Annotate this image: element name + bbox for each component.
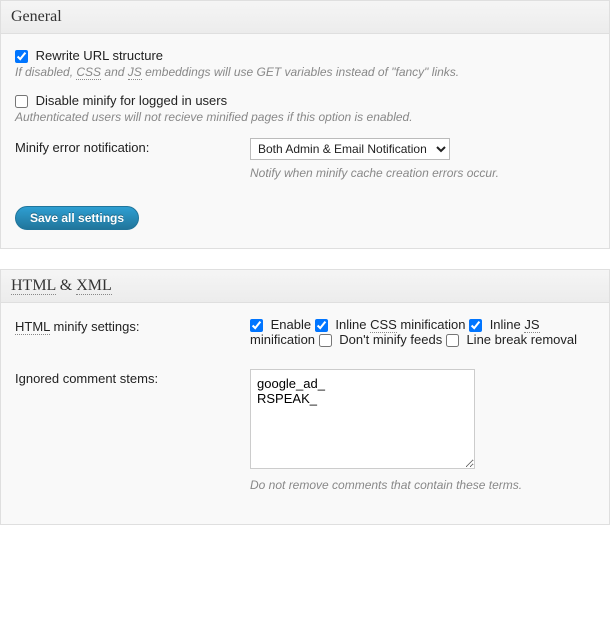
ignored-stems-row: Ignored comment stems: Do not remove com… — [15, 369, 595, 492]
save-all-settings-button[interactable]: Save all settings — [15, 206, 139, 230]
opt-inline-js-checkbox[interactable] — [469, 319, 482, 332]
opt-dont-minify-feeds[interactable]: Don't minify feeds — [319, 332, 446, 347]
rewrite-url-label[interactable]: Rewrite URL structure — [15, 48, 163, 63]
ignored-stems-label: Ignored comment stems: — [15, 369, 240, 386]
js-abbr-2: JS — [524, 317, 539, 333]
html-xml-title: HTML & XML — [11, 277, 599, 295]
html-xml-panel: HTML & XML HTML minify settings: Enable … — [0, 269, 610, 525]
general-header: General — [1, 1, 609, 34]
rewrite-url-checkbox[interactable] — [15, 50, 28, 63]
html-minify-settings-label: HTML minify settings: — [15, 317, 240, 334]
html-xml-body: HTML minify settings: Enable Inline CSS … — [1, 303, 609, 524]
opt-line-break-checkbox[interactable] — [446, 334, 459, 347]
html-xml-header: HTML & XML — [1, 270, 609, 303]
css-abbr: CSS — [76, 65, 101, 80]
general-title: General — [11, 8, 599, 26]
general-body: Rewrite URL structure If disabled, CSS a… — [1, 34, 609, 248]
disable-logged-field: Disable minify for logged in users Authe… — [15, 93, 595, 124]
html-minify-options: Enable Inline CSS minification Inline JS… — [250, 317, 595, 347]
rewrite-url-desc: If disabled, CSS and JS embeddings will … — [15, 65, 595, 79]
opt-enable[interactable]: Enable — [250, 317, 315, 332]
xml-abbr: XML — [76, 277, 112, 295]
ignored-stems-textarea[interactable] — [250, 369, 475, 469]
ignored-stems-note: Do not remove comments that contain thes… — [250, 478, 595, 492]
disable-logged-checkbox[interactable] — [15, 95, 28, 108]
disable-logged-label[interactable]: Disable minify for logged in users — [15, 93, 227, 108]
disable-logged-desc: Authenticated users will not recieve min… — [15, 110, 595, 124]
error-notify-label: Minify error notification: — [15, 138, 240, 155]
general-panel: General Rewrite URL structure If disable… — [0, 0, 610, 249]
opt-inline-css[interactable]: Inline CSS minification — [315, 317, 469, 332]
opt-enable-checkbox[interactable] — [250, 319, 263, 332]
error-notify-select[interactable]: Both Admin & Email Notification — [250, 138, 450, 160]
html-abbr-2: HTML — [15, 319, 50, 335]
error-notify-control: Both Admin & Email Notification Notify w… — [250, 138, 595, 180]
opt-inline-css-checkbox[interactable] — [315, 319, 328, 332]
html-minify-settings-row: HTML minify settings: Enable Inline CSS … — [15, 317, 595, 347]
rewrite-url-text: Rewrite URL structure — [36, 48, 163, 63]
css-abbr-2: CSS — [370, 317, 397, 333]
ignored-stems-control: Do not remove comments that contain thes… — [250, 369, 595, 492]
save-row: Save all settings — [15, 206, 595, 230]
rewrite-url-field: Rewrite URL structure If disabled, CSS a… — [15, 48, 595, 79]
opt-dont-minify-feeds-checkbox[interactable] — [319, 334, 332, 347]
html-abbr: HTML — [11, 277, 56, 295]
error-notify-row: Minify error notification: Both Admin & … — [15, 138, 595, 180]
opt-line-break-removal[interactable]: Line break removal — [446, 332, 577, 347]
js-abbr: JS — [128, 65, 142, 80]
error-notify-note: Notify when minify cache creation errors… — [250, 166, 595, 180]
disable-logged-text: Disable minify for logged in users — [36, 93, 227, 108]
